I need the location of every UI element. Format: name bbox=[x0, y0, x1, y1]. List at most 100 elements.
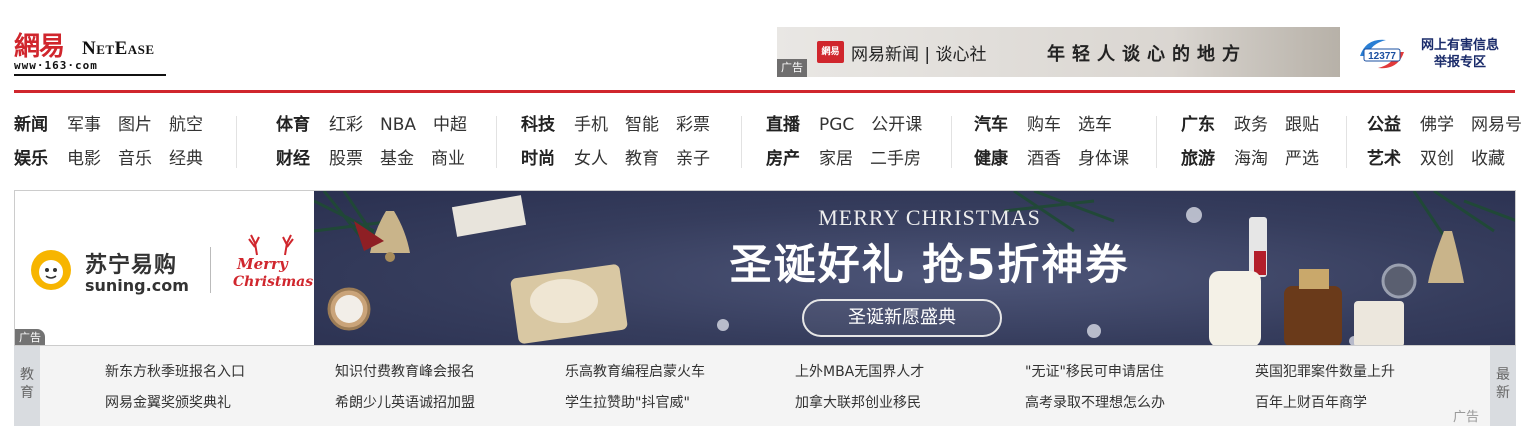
nav-link[interactable]: 佛学 bbox=[1420, 113, 1454, 137]
nav-link[interactable]: 收藏 bbox=[1471, 147, 1505, 171]
nav-link[interactable]: 商业 bbox=[431, 147, 465, 171]
banner-ad-label: 广告 bbox=[15, 329, 45, 345]
nav-link[interactable]: 红彩 bbox=[329, 113, 363, 137]
ticker-link[interactable]: 加拿大联邦创业移民 bbox=[795, 392, 921, 412]
nav-row: 旅游 海淘 严选 bbox=[1181, 147, 1336, 171]
nav-link[interactable]: 中超 bbox=[433, 113, 467, 137]
nav-category-link[interactable]: 直播 bbox=[766, 113, 800, 137]
nav-link[interactable]: 二手房 bbox=[870, 147, 921, 171]
suning-christmas-ad[interactable]: 苏宁易购 suning.com Merry Christmas 广告 MERRY… bbox=[14, 190, 1516, 346]
nav-row: 汽车 购车 选车 bbox=[974, 113, 1129, 137]
ticker-link[interactable]: 新东方秋季班报名入口 bbox=[105, 361, 245, 381]
logo-en: NetEase bbox=[82, 38, 155, 59]
ticker-link[interactable]: 网易金翼奖颁奖典礼 bbox=[105, 392, 231, 412]
ticker-ad-label: 广告 bbox=[1452, 410, 1479, 425]
nav-category-link[interactable]: 时尚 bbox=[521, 147, 555, 171]
nav-separator bbox=[236, 116, 237, 168]
nav-link[interactable]: 音乐 bbox=[118, 147, 152, 171]
nav-link[interactable]: 智能 bbox=[625, 113, 659, 137]
nav-separator bbox=[741, 116, 742, 168]
report-line2: 举报专区 bbox=[1433, 55, 1486, 70]
nav-category-link[interactable]: 旅游 bbox=[1181, 147, 1215, 171]
nav-link[interactable]: 电影 bbox=[67, 147, 101, 171]
merry-christmas-logo: Merry Christmas bbox=[223, 233, 313, 305]
nav-row: 体育 红彩 NBA 中超 bbox=[276, 113, 484, 137]
page-header: 網易 NetEase www·163·com 網易 网易新闻 | 谈心社 年轻人… bbox=[0, 0, 1537, 93]
nav-row: 房产 家居 二手房 bbox=[766, 147, 938, 171]
nav-row: 广东 政务 跟贴 bbox=[1181, 113, 1336, 137]
nav-link[interactable]: 教育 bbox=[625, 147, 659, 171]
nav-category-link[interactable]: 体育 bbox=[276, 113, 310, 137]
nav-link[interactable]: 手机 bbox=[574, 113, 608, 137]
harmful-info-report[interactable]: 12377 网上有害信息 举报专区 bbox=[1352, 32, 1522, 76]
top-ad-label: 广告 bbox=[777, 59, 807, 77]
nav-row: 直播 PGC 公开课 bbox=[766, 113, 939, 137]
nav-link[interactable]: 购车 bbox=[1027, 113, 1061, 137]
nav-category-link[interactable]: 公益 bbox=[1367, 113, 1401, 137]
nav-link[interactable]: 女人 bbox=[574, 147, 608, 171]
nav-link[interactable]: 海淘 bbox=[1234, 147, 1268, 171]
nav-link[interactable]: 严选 bbox=[1285, 147, 1319, 171]
nav-row: 新闻 军事 图片 航空 bbox=[14, 113, 220, 137]
nav-separator bbox=[951, 116, 952, 168]
nav-link[interactable]: 跟贴 bbox=[1285, 113, 1319, 137]
nav-link[interactable]: 股票 bbox=[329, 147, 363, 171]
nav-link[interactable]: 公开课 bbox=[871, 113, 922, 137]
antlers-icon bbox=[248, 234, 294, 256]
promo-headline-en: MERRY CHRISTMAS bbox=[818, 205, 1041, 230]
netease-news-badge-icon: 網易 bbox=[817, 41, 844, 63]
report-text: 网上有害信息 举报专区 bbox=[1414, 37, 1506, 71]
nav-link[interactable]: 双创 bbox=[1420, 147, 1454, 171]
ticker-link[interactable]: 乐高教育编程启蒙火车 bbox=[565, 361, 705, 381]
nav-row: 财经 股票 基金 商业 bbox=[276, 147, 482, 171]
nav-link[interactable]: 航空 bbox=[169, 113, 203, 137]
ticker-link[interactable]: "无证"移民可申请居住 bbox=[1025, 361, 1164, 381]
nav-category-link[interactable]: 广东 bbox=[1181, 113, 1215, 137]
top-ad-banner[interactable]: 網易 网易新闻 | 谈心社 年轻人谈心的地方 广告 bbox=[777, 27, 1340, 77]
ticker-link[interactable]: 英国犯罪案件数量上升 bbox=[1255, 361, 1395, 381]
suning-divider bbox=[210, 247, 211, 293]
nav-link[interactable]: 身体课 bbox=[1078, 147, 1129, 171]
netease-logo[interactable]: 網易 NetEase www·163·com bbox=[14, 26, 169, 78]
nav-link[interactable]: 亲子 bbox=[676, 147, 710, 171]
nav-link[interactable]: 家居 bbox=[819, 147, 853, 171]
nav-link[interactable]: 图片 bbox=[118, 113, 152, 137]
nav-link[interactable]: 基金 bbox=[380, 147, 414, 171]
nav-row: 健康 酒香 身体课 bbox=[974, 147, 1146, 171]
nav-category-link[interactable]: 艺术 bbox=[1367, 147, 1401, 171]
logo-underline bbox=[14, 74, 166, 76]
nav-category-link[interactable]: 健康 bbox=[974, 147, 1008, 171]
nav-row: 科技 手机 智能 彩票 bbox=[521, 113, 727, 137]
ticker-link[interactable]: 知识付费教育峰会报名 bbox=[335, 361, 475, 381]
nav-category-link[interactable]: 新闻 bbox=[14, 113, 48, 137]
nav-link[interactable]: 选车 bbox=[1078, 113, 1112, 137]
nav-link[interactable]: NBA bbox=[380, 113, 416, 137]
ticker-link[interactable]: 上外MBA无国界人才 bbox=[795, 361, 924, 381]
nav-link[interactable]: 网易号 bbox=[1471, 113, 1522, 137]
nav-link[interactable]: 酒香 bbox=[1027, 147, 1061, 171]
nav-category-link[interactable]: 娱乐 bbox=[14, 147, 48, 171]
ticker-tab-education-label: 教育 bbox=[20, 367, 34, 401]
nav-category-link[interactable]: 汽车 bbox=[974, 113, 1008, 137]
ticker-link[interactable]: 百年上财百年商学 bbox=[1255, 392, 1367, 412]
suning-brand-panel: 苏宁易购 suning.com Merry Christmas 广告 bbox=[15, 191, 314, 345]
report-line1: 网上有害信息 bbox=[1420, 38, 1499, 53]
ticker-link[interactable]: 学生拉赞助"抖官威" bbox=[565, 392, 690, 412]
promo-cta-button[interactable]: 圣诞新愿盛典 bbox=[802, 299, 1002, 337]
nav-link[interactable]: 经典 bbox=[169, 147, 203, 171]
nav-link[interactable]: 彩票 bbox=[676, 113, 710, 137]
suning-cn-name: 苏宁易购 bbox=[85, 253, 178, 278]
ticker-link[interactable]: 希朗少儿英语诚招加盟 bbox=[335, 392, 475, 412]
merry-word: Merry bbox=[237, 255, 288, 273]
nav-category-link[interactable]: 房产 bbox=[766, 147, 800, 171]
nav-link[interactable]: 军事 bbox=[67, 113, 101, 137]
nav-category-link[interactable]: 财经 bbox=[276, 147, 310, 171]
nav-link[interactable]: PGC bbox=[819, 113, 854, 137]
nav-separator bbox=[496, 116, 497, 168]
nav-category-link[interactable]: 科技 bbox=[521, 113, 555, 137]
nav-link[interactable]: 政务 bbox=[1234, 113, 1268, 137]
ticker-tab-education[interactable]: 教育 bbox=[14, 346, 40, 426]
ticker-tab-latest[interactable]: 最新 bbox=[1490, 346, 1516, 426]
ticker-link[interactable]: 高考录取不理想怎么办 bbox=[1025, 392, 1165, 412]
christmas-promo-panel: MERRY CHRISTMAS 圣诞好礼 抢5折神券 圣诞新愿盛典 bbox=[314, 191, 1515, 345]
